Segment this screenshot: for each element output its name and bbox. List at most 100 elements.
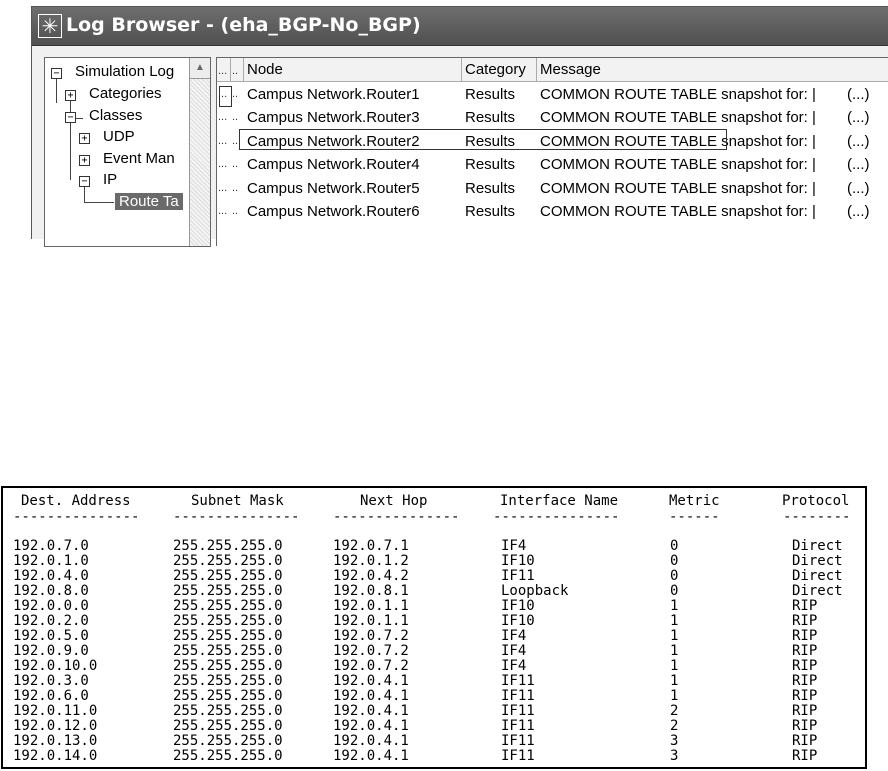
grid-row[interactable]: ..... Campus Network.Router1 Results COMMON… — [217, 83, 888, 106]
rt-cell-metric: 1 — [670, 628, 679, 644]
log-tree[interactable]: − Simulation Log + Categories − Classes … — [44, 57, 211, 247]
tree-connector — [70, 98, 71, 180]
route-row: 192.0.13.0 255.255.255.0 192.0.4.1 IF11 3 RIP — [3, 734, 865, 749]
title-bar[interactable]: ✳ Log Browser - (eha_BGP-No_BGP) — [32, 7, 888, 46]
cell-message: COMMON ROUTE TABLE snapshot for: | — [540, 179, 816, 197]
expand-icon[interactable]: + — [79, 155, 90, 166]
cell-node: Campus Network.Router4 — [247, 156, 420, 174]
cell-category: Results — [465, 156, 516, 174]
rt-cell-subnet-mask: 255.255.255.0 — [173, 538, 283, 554]
route-row: 192.0.2.0 255.255.255.0 192.0.1.1 IF10 1 RIP — [3, 614, 865, 629]
tree-item-simulation-log[interactable]: Simulation Log — [75, 62, 174, 82]
rt-header-subnet-mask: Subnet Mask — [191, 493, 284, 509]
rt-cell-metric: 1 — [670, 688, 679, 704]
rt-header-interface-name: Interface Name — [500, 493, 619, 509]
cell-category: Results — [465, 86, 516, 103]
rt-header-protocol: Protocol — [782, 493, 850, 509]
cell-node: Campus Network.Router1 — [247, 86, 420, 103]
row-marker-cell: ... — [218, 134, 228, 147]
rt-cell-dest-address: 192.0.1.0 — [13, 553, 89, 569]
collapse-icon[interactable]: − — [79, 176, 90, 187]
rt-cell-protocol: Direct — [792, 538, 843, 554]
rt-cell-dest-address: 192.0.2.0 — [13, 613, 89, 629]
grid-row[interactable]: ..... Campus Network.Router6 Results COMMON… — [217, 200, 888, 223]
rt-cell-interface-name: IF11 — [501, 673, 535, 689]
rt-cell-metric: 1 — [670, 673, 679, 689]
route-row: 192.0.7.0 255.255.255.0 192.0.7.1 IF4 0 Direc… — [3, 539, 865, 554]
column-header-message[interactable]: Message — [537, 58, 888, 82]
grid-row[interactable]: ..... Campus Network.Router3 Results COMMON… — [217, 106, 888, 129]
rt-dashes-protocol: -------- — [783, 509, 851, 525]
rt-cell-dest-address: 192.0.10.0 — [13, 658, 98, 674]
row-selector[interactable] — [219, 86, 232, 107]
rt-dashes-subnet-mask: --------------- — [173, 509, 300, 525]
tree-item-route-table[interactable]: Route Ta — [115, 192, 183, 212]
rt-cell-dest-address: 192.0.6.0 — [13, 688, 89, 704]
tree-item-ip[interactable]: IP — [103, 170, 117, 190]
rt-cell-metric: 0 — [670, 583, 679, 599]
rt-cell-next-hop: 192.0.4.2 — [333, 568, 409, 584]
collapse-icon[interactable]: − — [65, 112, 76, 123]
rt-cell-dest-address: 192.0.4.0 — [13, 568, 89, 584]
tree-item-categories[interactable]: Categories — [89, 84, 162, 104]
rt-cell-subnet-mask: 255.255.255.0 — [173, 553, 283, 569]
rt-cell-next-hop: 192.0.4.1 — [333, 673, 409, 689]
route-row: 192.0.12.0 255.255.255.0 192.0.4.1 IF11 2 RIP — [3, 719, 865, 734]
route-row: 192.0.14.0 255.255.255.0 192.0.4.1 IF11 3 RIP — [3, 749, 865, 764]
rt-cell-next-hop: 192.0.4.1 — [333, 748, 409, 764]
rt-cell-metric: 0 — [670, 538, 679, 554]
expand-icon[interactable]: + — [79, 133, 90, 144]
rt-cell-next-hop: 192.0.4.1 — [333, 688, 409, 704]
collapse-icon[interactable]: − — [51, 68, 62, 79]
tree-item-udp[interactable]: UDP — [103, 127, 135, 147]
rt-cell-protocol: Direct — [792, 568, 843, 584]
cell-category: Results — [465, 179, 516, 197]
cell-more: (...) — [847, 156, 870, 174]
window-title: Log Browser - (eha_BGP-No_BGP) — [66, 14, 421, 36]
rt-cell-next-hop: 192.0.1.1 — [333, 598, 409, 614]
asterisk-icon[interactable]: ✳ — [38, 14, 62, 38]
rt-cell-subnet-mask: 255.255.255.0 — [173, 733, 283, 749]
rt-cell-interface-name: IF11 — [501, 733, 535, 749]
route-row: 192.0.8.0 255.255.255.0 192.0.8.1 Loopback 0… — [3, 584, 865, 599]
grid-row[interactable]: ..... Campus Network.Router2 Results COMMON… — [217, 130, 888, 153]
rt-cell-next-hop: 192.0.7.2 — [333, 643, 409, 659]
rt-cell-metric: 2 — [670, 718, 679, 734]
rt-cell-dest-address: 192.0.11.0 — [13, 703, 98, 719]
rt-cell-subnet-mask: 255.255.255.0 — [173, 628, 283, 644]
route-row: 192.0.10.0 255.255.255.0 192.0.7.2 IF4 1 RIP — [3, 659, 865, 674]
rt-cell-next-hop: 192.0.8.1 — [333, 583, 409, 599]
cell-category: Results — [465, 109, 516, 127]
column-header-marker[interactable]: ... — [217, 58, 231, 82]
scroll-up-icon[interactable]: ▲ — [190, 58, 210, 79]
rt-cell-subnet-mask: 255.255.255.0 — [173, 583, 283, 599]
cell-node: Campus Network.Router3 — [247, 109, 420, 127]
grid-row[interactable]: ..... Campus Network.Router4 Results COMMON… — [217, 153, 888, 176]
cell-more: (...) — [847, 179, 870, 197]
rt-header-dest-address: Dest. Address — [21, 493, 131, 509]
row-marker-cell: .. — [232, 88, 239, 100]
rt-cell-subnet-mask: 255.255.255.0 — [173, 568, 283, 584]
rt-cell-interface-name: IF4 — [501, 643, 527, 659]
rt-cell-metric: 1 — [670, 613, 679, 629]
rt-cell-dest-address: 192.0.0.0 — [13, 598, 89, 614]
rt-cell-protocol: RIP — [792, 613, 818, 629]
grid-row[interactable]: ..... Campus Network.Router5 Results COMMON… — [217, 177, 888, 200]
rt-cell-interface-name: IF10 — [501, 613, 535, 629]
tree-item-event-manager[interactable]: Event Man — [103, 149, 175, 169]
rt-cell-subnet-mask: 255.255.255.0 — [173, 613, 283, 629]
row-marker-cell: .. — [232, 181, 239, 194]
tree-item-classes[interactable]: Classes — [89, 106, 142, 126]
tree-scrollbar[interactable]: ▲ — [189, 58, 210, 246]
column-header-category[interactable]: Category — [462, 58, 537, 82]
rt-cell-next-hop: 192.0.1.2 — [333, 553, 409, 569]
column-header-marker2[interactable]: .. — [231, 58, 244, 82]
rt-dashes-next-hop: --------------- — [333, 509, 460, 525]
rt-cell-dest-address: 192.0.14.0 — [13, 748, 98, 764]
cell-message: COMMON ROUTE TABLE snapshot for: | — [540, 132, 816, 150]
rt-cell-interface-name: IF10 — [501, 553, 535, 569]
log-grid: ... .. Node Category Message ..... Campus… — [216, 57, 888, 246]
cell-message: COMMON ROUTE TABLE snapshot for: | — [540, 86, 816, 103]
column-header-node[interactable]: Node — [244, 58, 462, 82]
expand-icon[interactable]: + — [65, 90, 76, 101]
